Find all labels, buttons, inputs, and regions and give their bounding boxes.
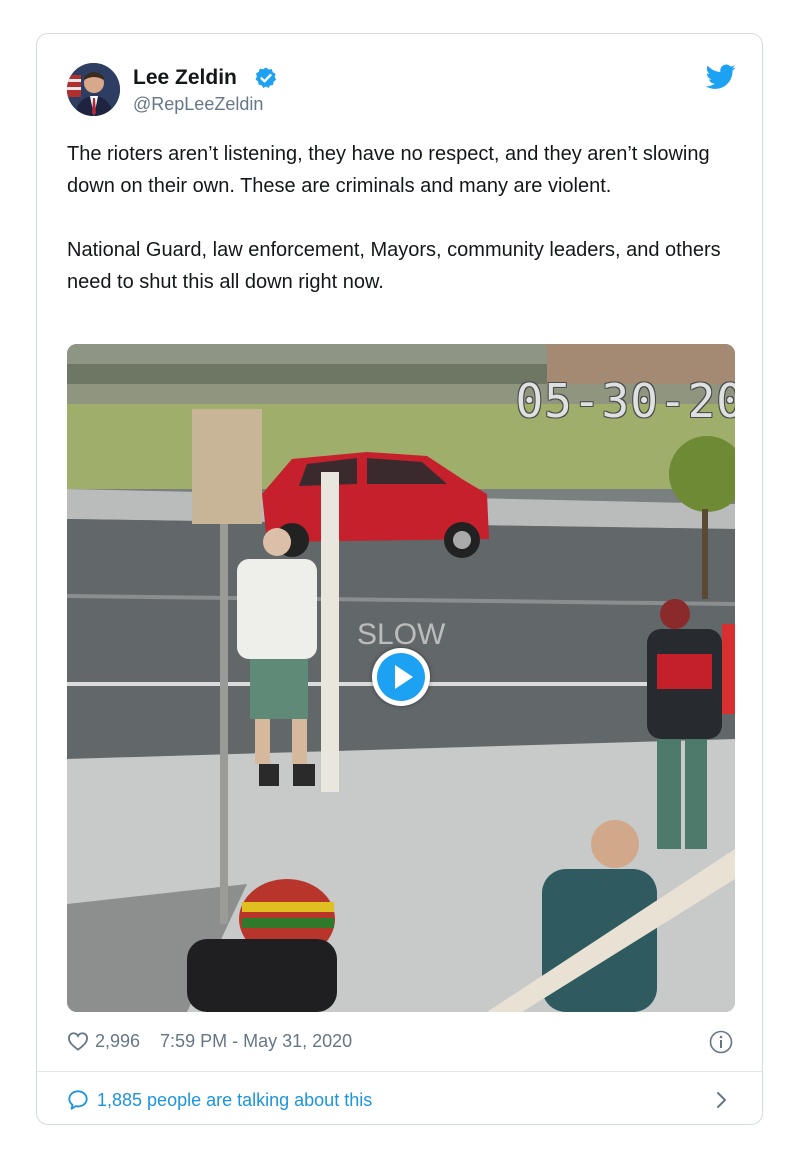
chevron-right-icon[interactable] [715, 1089, 729, 1111]
tweet-meta: 2,996 7:59 PM - May 31, 2020 [67, 1029, 352, 1053]
divider [37, 1071, 762, 1072]
author-handle[interactable]: @RepLeeZeldin [133, 94, 263, 115]
video-player[interactable]: SLOW 05-30-20 [67, 344, 735, 1012]
conversation-link[interactable]: 1,885 people are talking about this [67, 1088, 372, 1112]
avatar[interactable] [67, 63, 120, 116]
speech-bubble-icon [68, 1090, 88, 1110]
author-name[interactable]: Lee Zeldin [133, 66, 237, 90]
svg-text:SLOW: SLOW [357, 618, 446, 651]
tweet-paragraph-2: National Guard, law enforcement, Mayors,… [67, 239, 721, 293]
like-count[interactable]: 2,996 [95, 1031, 140, 1052]
conversation-text[interactable]: 1,885 people are talking about this [97, 1090, 372, 1111]
tweet-paragraph-1: The rioters aren’t listening, they have … [67, 143, 710, 197]
info-icon[interactable] [709, 1030, 733, 1054]
twitter-bird-icon[interactable] [706, 64, 736, 90]
video-timestamp-overlay: 05-30-20 [515, 374, 735, 428]
play-icon[interactable] [372, 648, 430, 706]
tweet-card: Lee Zeldin @RepLeeZeldin The rioters are… [36, 33, 763, 1125]
verified-badge-icon [255, 67, 277, 88]
tweet-text: The rioters aren’t listening, they have … [67, 138, 747, 298]
tweet-timestamp[interactable]: 7:59 PM - May 31, 2020 [160, 1031, 352, 1052]
heart-icon[interactable] [67, 1031, 89, 1051]
